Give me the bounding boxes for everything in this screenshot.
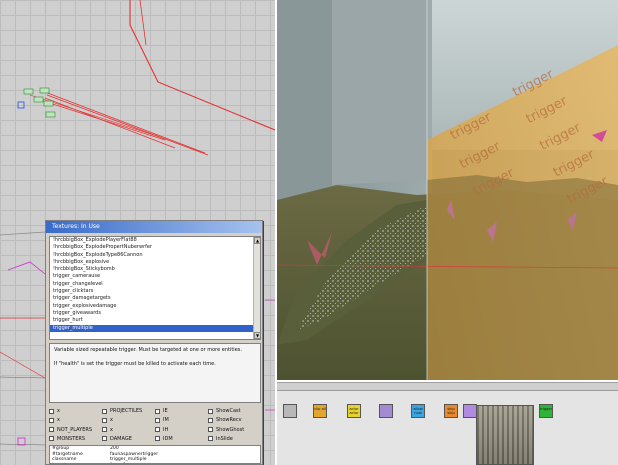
entity-cluster[interactable] bbox=[17, 87, 56, 118]
texture-list[interactable]: !hrcbbigBox_ExplodePlayerFlat88 !hrcbbig… bbox=[49, 236, 261, 340]
texture-list-item[interactable]: !hrcbbigBox_ExplodePropertNuberwrfer bbox=[50, 244, 260, 251]
texture-tile[interactable] bbox=[463, 404, 477, 418]
texture-list-item[interactable]: trigger_hurt bbox=[50, 317, 260, 324]
texture-list-item[interactable]: !hrcbbigBox_ExplodeType86Cannon bbox=[50, 252, 260, 259]
texture-list-item-selected[interactable]: trigger_multiple bbox=[50, 324, 260, 332]
texture-tile[interactable] bbox=[283, 404, 297, 418]
texture-tile[interactable]: allow now bbox=[411, 404, 425, 418]
checkbox-icon[interactable] bbox=[208, 417, 213, 423]
flag-checkbox[interactable]: IE bbox=[155, 407, 208, 415]
flag-checkbox[interactable]: IM bbox=[155, 416, 208, 424]
scroll-down-icon[interactable]: ▼ bbox=[254, 332, 260, 339]
texture-list-item[interactable]: trigger_giveawards bbox=[50, 310, 260, 317]
texture-list-item[interactable]: trigger_clicktars bbox=[50, 288, 260, 295]
description-line: If "health" is set the trigger must be k… bbox=[54, 361, 216, 367]
scroll-up-icon[interactable]: ▲ bbox=[254, 237, 260, 244]
property-row[interactable]: targetfauna1 bbox=[50, 463, 260, 464]
texture-tile-terrain[interactable] bbox=[476, 405, 534, 465]
checkbox-icon[interactable] bbox=[102, 436, 107, 442]
window-title[interactable]: Textures: In Use bbox=[46, 221, 262, 233]
checkbox-icon[interactable] bbox=[49, 427, 54, 432]
texture-list-item[interactable]: trigger_damagetargets bbox=[50, 295, 260, 302]
flag-checkbox[interactable]: MONSTERS bbox=[49, 435, 102, 443]
texture-list-scrollbar[interactable]: ▲ ▼ bbox=[253, 237, 260, 339]
texture-list-item[interactable]: trigger_camerause bbox=[50, 273, 260, 280]
texture-browser-toolbar bbox=[277, 383, 618, 391]
spawnflags-grid: x PROJECTILES IE ShowCast x x IM ShowRec… bbox=[49, 407, 261, 443]
texture-tile[interactable]: trigger bbox=[539, 404, 553, 418]
flag-checkbox[interactable]: NOT_PLAYERS bbox=[49, 426, 102, 434]
flag-checkbox[interactable]: IH bbox=[155, 426, 208, 434]
texture-list-item[interactable]: !hrcbbigBox_ExplodePlayerFlat88 bbox=[50, 237, 260, 244]
texture-tile[interactable]: clip all bbox=[313, 404, 327, 418]
flag-checkbox[interactable]: ShowGhost bbox=[208, 426, 261, 434]
entity-properties-table[interactable]: #group 200 #targetname faunaspawnertrigger… bbox=[49, 445, 261, 464]
flag-checkbox[interactable]: PROJECTILES bbox=[102, 407, 155, 415]
texture-tile[interactable]: actor actor bbox=[347, 404, 361, 418]
checkbox-icon[interactable] bbox=[102, 427, 107, 432]
textures-in-use-window[interactable]: Textures: In Use !hrcbbigBox_ExplodePlay… bbox=[45, 220, 263, 465]
checkbox-icon[interactable] bbox=[49, 408, 54, 414]
checkbox-icon[interactable] bbox=[102, 417, 107, 423]
checkbox-icon[interactable] bbox=[102, 408, 107, 414]
flag-checkbox[interactable]: x bbox=[102, 426, 155, 434]
checkbox-icon[interactable] bbox=[49, 417, 54, 423]
checkbox-icon[interactable] bbox=[208, 436, 213, 442]
scene-render: trigger trigger trigger trigger trigger … bbox=[277, 0, 618, 380]
flag-checkbox[interactable]: x bbox=[49, 416, 102, 424]
flag-checkbox[interactable]: ShowRecv bbox=[208, 416, 261, 424]
checkbox-icon[interactable] bbox=[155, 408, 160, 414]
texture-list-item[interactable]: !hrcbbigBox_Stickybomb bbox=[50, 266, 260, 273]
flag-checkbox[interactable]: x bbox=[102, 416, 155, 424]
texture-browser[interactable]: clip all actor actor allow now skip skip… bbox=[277, 382, 618, 465]
texture-list-item[interactable]: trigger_changelevel bbox=[50, 281, 260, 288]
checkbox-icon[interactable] bbox=[49, 436, 54, 442]
texture-tile[interactable] bbox=[379, 404, 393, 418]
texture-tile[interactable]: skip skip bbox=[444, 404, 458, 418]
flag-checkbox[interactable]: DAMAGE bbox=[102, 435, 155, 443]
description-line: Variable sized repeatable trigger. Must … bbox=[54, 347, 242, 353]
flag-checkbox[interactable]: InSlide bbox=[208, 435, 261, 443]
checkbox-icon[interactable] bbox=[155, 436, 160, 442]
checkbox-icon[interactable] bbox=[155, 417, 160, 423]
flag-checkbox[interactable]: x bbox=[49, 407, 102, 415]
texture-list-item[interactable]: trigger_explosivedamage bbox=[50, 303, 260, 310]
texture-list-item[interactable]: !hrcbbigBox_explosive bbox=[50, 259, 260, 266]
checkbox-icon[interactable] bbox=[208, 427, 213, 432]
checkbox-icon[interactable] bbox=[208, 408, 213, 414]
flag-checkbox[interactable]: ShowCast bbox=[208, 407, 261, 415]
checkbox-icon[interactable] bbox=[155, 427, 160, 432]
entity-description: Variable sized repeatable trigger. Must … bbox=[49, 343, 261, 403]
camera-viewport-3d[interactable]: trigger trigger trigger trigger trigger … bbox=[277, 0, 618, 380]
flag-checkbox[interactable]: IDM bbox=[155, 435, 208, 443]
